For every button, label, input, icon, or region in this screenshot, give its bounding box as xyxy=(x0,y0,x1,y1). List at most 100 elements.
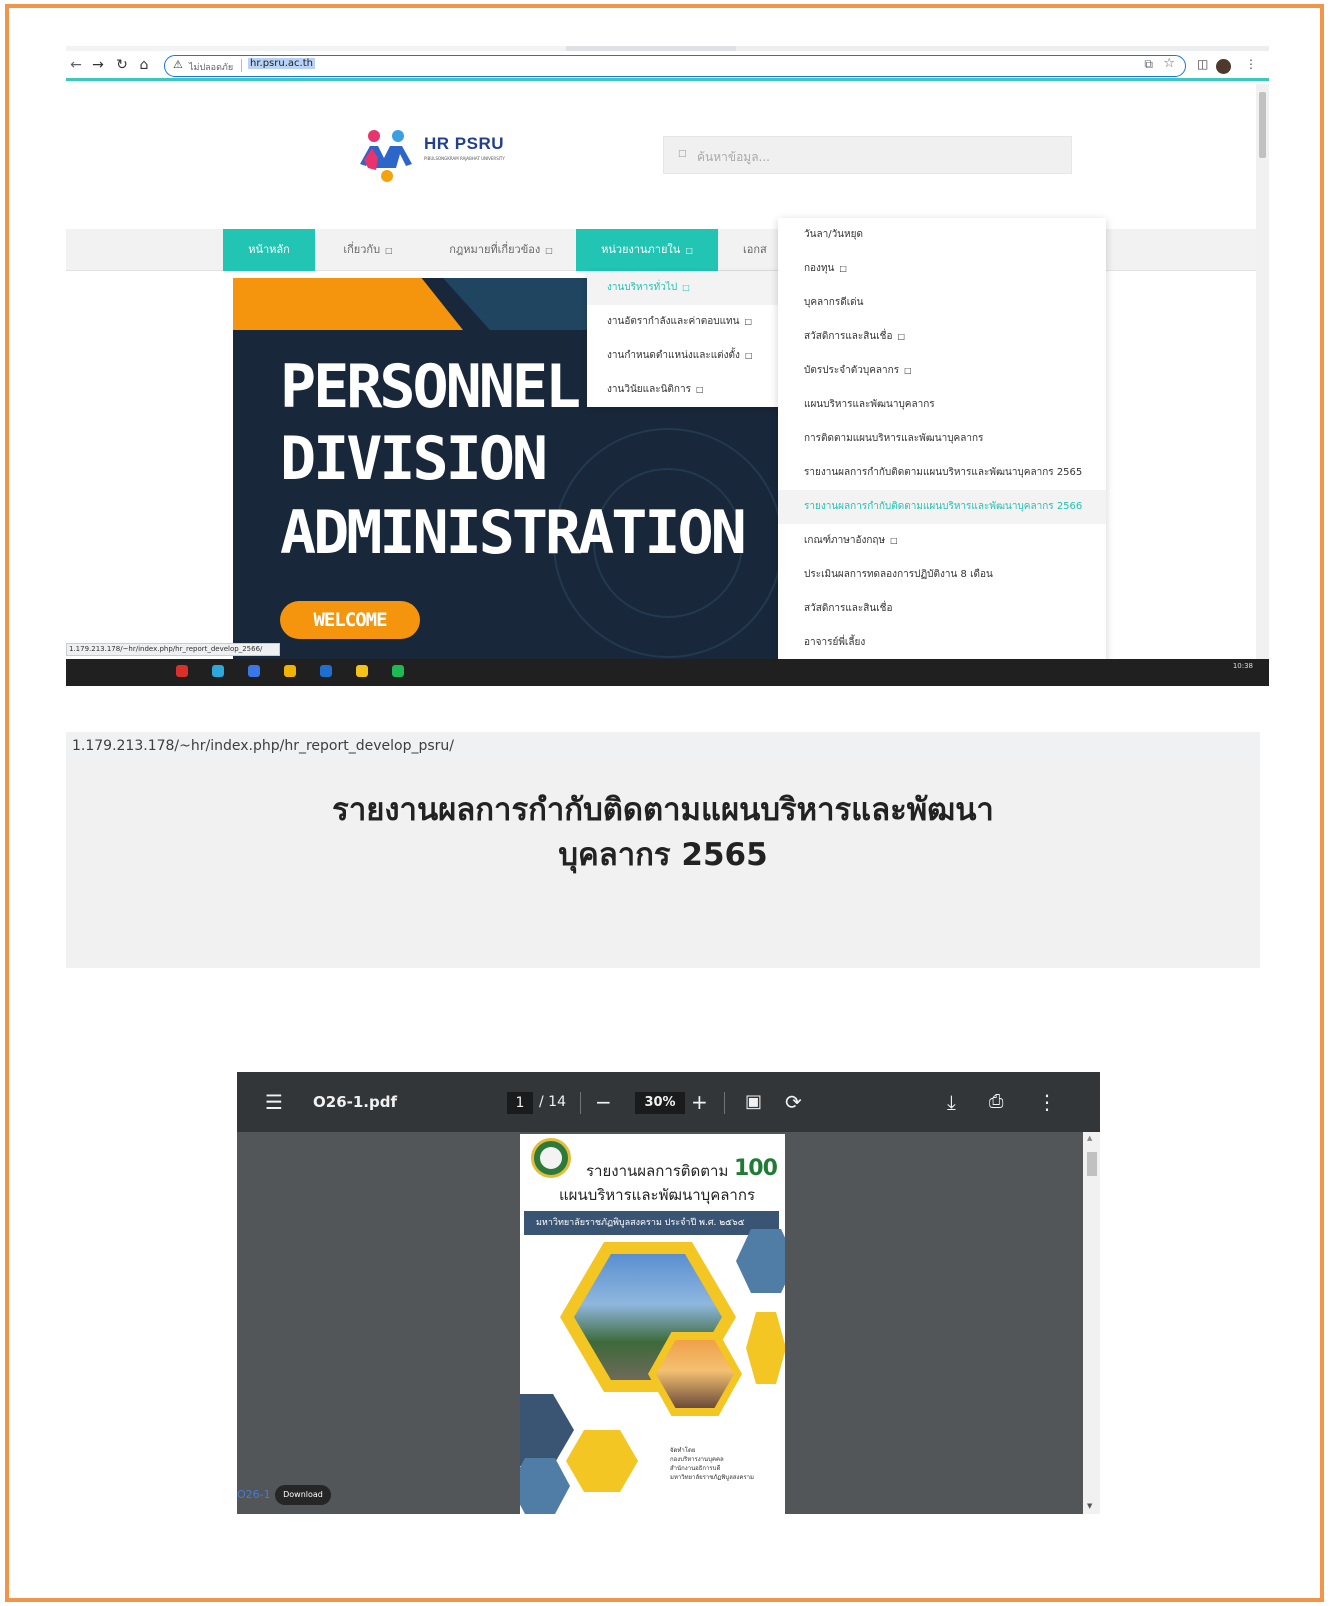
scrollbar-thumb[interactable] xyxy=(1259,92,1266,158)
pdf-scrollbar[interactable]: ▲ ▼ xyxy=(1083,1132,1100,1514)
nav-home[interactable]: หน้าหลัก xyxy=(223,229,315,271)
search-icon: □ xyxy=(678,149,687,159)
fit-page-icon[interactable]: ▣ xyxy=(745,1092,762,1112)
taskbar-app-icon[interactable] xyxy=(284,665,296,677)
report-page-title: รายงานผลการกำกับติดตามแผนบริหารและพัฒนา … xyxy=(206,788,1120,878)
submenu-item-welfare[interactable]: สวัสดิการและสินเชื่อ □ xyxy=(778,320,1106,354)
submenu-item-general-admin[interactable]: งานบริหารทั่วไป □ xyxy=(587,271,780,305)
submenu-caret-icon: □ xyxy=(890,536,898,545)
page-total: / 14 xyxy=(539,1094,566,1110)
submenu-item-hr-plan[interactable]: แผนบริหารและพัฒนาบุคลากร xyxy=(778,388,1106,422)
bookmark-star-icon[interactable]: ☆ xyxy=(1163,56,1175,71)
file-link[interactable]: O26-1 xyxy=(237,1488,271,1501)
nav-about[interactable]: เกี่ยวกับ □ xyxy=(323,229,413,271)
submenu-internal-units: งานบริหารทั่วไป □ งานอัตรากำลังและค่าตอบแ… xyxy=(587,271,780,407)
page-number-input[interactable]: 1 xyxy=(507,1092,533,1114)
zoom-in-icon[interactable]: + xyxy=(691,1092,708,1112)
taskbar-app-icon[interactable] xyxy=(356,665,368,677)
nav-documents-label: เอกส xyxy=(743,243,767,256)
status-bar-url: 1.179.213.178/~hr/index.php/hr_report_de… xyxy=(66,643,280,656)
hero-orange-band xyxy=(233,278,463,330)
submenu-caret-icon: □ xyxy=(682,283,690,292)
forward-icon[interactable]: → xyxy=(90,57,106,73)
submenu-label: บัตรประจำตัวบุคลากร xyxy=(804,365,900,376)
report-title-line-1: รายงานผลการกำกับติดตามแผนบริหารและพัฒนา xyxy=(332,792,994,828)
submenu-label: งานอัตรากำลังและค่าตอบแทน xyxy=(607,316,740,327)
submenu-item-staff-card[interactable]: บัตรประจำตัวบุคลากร □ xyxy=(778,354,1106,388)
rotate-icon[interactable]: ⟳ xyxy=(785,1092,802,1112)
submenu-label: เกณฑ์ภาษาอังกฤษ xyxy=(804,535,886,546)
submenu-item-discipline[interactable]: งานวินัยและนิติการ □ xyxy=(587,373,780,407)
zoom-level-input[interactable]: 30% xyxy=(635,1092,685,1114)
submenu-item-hr-plan-tracking[interactable]: การติดตามแผนบริหารและพัฒนาบุคลากร xyxy=(778,422,1106,456)
address-url[interactable]: hr.psru.ac.th xyxy=(248,58,315,69)
submenu-item-welfare-loans[interactable]: สวัสดิการและสินเชื่อ xyxy=(778,592,1106,626)
search-input[interactable]: □ ค้นหาข้อมูล... xyxy=(663,136,1072,174)
scroll-up-icon[interactable]: ▲ xyxy=(1087,1134,1092,1142)
taskbar-app-icon[interactable] xyxy=(392,665,404,677)
submenu-item-report-2566[interactable]: รายงานผลการกำกับติดตามแผนบริหารและพัฒนาบ… xyxy=(778,490,1106,524)
download-icon[interactable]: ⤓ xyxy=(947,1092,956,1112)
submenu-item-report-2565[interactable]: รายงานผลการกำกับติดตามแผนบริหารและพัฒนาบ… xyxy=(778,456,1106,490)
university-seal xyxy=(531,1138,571,1178)
nav-laws[interactable]: กฎหมายที่เกี่ยวข้อง □ xyxy=(426,229,576,271)
back-icon[interactable]: ← xyxy=(68,57,84,73)
submenu-label: รายงานผลการกำกับติดตามแผนบริหารและพัฒนาบ… xyxy=(804,501,1083,512)
hero-line-1: PERSONNEL xyxy=(280,352,581,422)
nav-documents[interactable]: เอกส xyxy=(726,229,778,271)
share-icon[interactable]: ⧉ xyxy=(1144,57,1153,72)
university-seal-inner xyxy=(540,1147,562,1169)
site-logo[interactable]: HR PSRU PIBULSONGKRAM RAJABHAT UNIVERSIT… xyxy=(356,124,508,186)
submenu-item-outstanding-staff[interactable]: บุคลากรดีเด่น xyxy=(778,286,1106,320)
submenu-item-manpower[interactable]: งานอัตรากำลังและค่าตอบแทน □ xyxy=(587,305,780,339)
submenu-label: รายงานผลการกำกับติดตามแผนบริหารและพัฒนาบ… xyxy=(804,467,1083,478)
taskbar-app-icon[interactable] xyxy=(320,665,332,677)
home-icon[interactable]: ⌂ xyxy=(136,57,152,73)
nav-internal-units[interactable]: หน่วยงานภายใน □ xyxy=(576,229,718,271)
print-icon[interactable]: ⎙ xyxy=(989,1092,1003,1112)
submenu-item-leave[interactable]: วันลา/วันหยุด xyxy=(778,218,1106,252)
download-button[interactable]: Download xyxy=(275,1485,331,1505)
cover-hexagon xyxy=(520,1394,574,1466)
cover-hexagon xyxy=(566,1430,638,1492)
pdf-toolbar: ☰ O26-1.pdf 1 / 14 − 30% + ▣ ⟳ ⤓ ⎙ ⋮ xyxy=(237,1072,1100,1132)
reload-icon[interactable]: ↻ xyxy=(114,57,130,73)
os-taskbar: 10:38 xyxy=(66,659,1269,686)
menu-kebab-icon[interactable]: ⋮ xyxy=(1245,57,1257,71)
taskbar-app-icon[interactable] xyxy=(248,665,260,677)
side-panel-icon[interactable]: ◫ xyxy=(1197,57,1208,71)
cover-title-line-2: แผนบริหารและพัฒนาบุคลากร xyxy=(559,1186,755,1204)
submenu-label: แผนบริหารและพัฒนาบุคลากร xyxy=(804,399,935,410)
hero-line-3: ADMINISTRATION xyxy=(280,498,747,568)
logo-subtitle: PIBULSONGKRAM RAJABHAT UNIVERSITY xyxy=(424,156,505,161)
zoom-out-icon[interactable]: − xyxy=(595,1092,612,1112)
profile-avatar[interactable] xyxy=(1216,59,1231,74)
more-options-icon[interactable]: ⋮ xyxy=(1037,1092,1057,1112)
submenu-item-probation-eval[interactable]: ประเมินผลการทดลองการปฏิบัติงาน 8 เดือน xyxy=(778,558,1106,592)
browser-screenshot-top: ← → ↻ ⌂ ⚠ ไม่ปลอดภัย hr.psru.ac.th ⧉ ☆ ◫… xyxy=(66,46,1269,686)
nav-about-label: เกี่ยวกับ xyxy=(343,243,381,256)
address-bar[interactable]: ⚠ ไม่ปลอดภัย hr.psru.ac.th ⧉ ☆ xyxy=(164,55,1186,77)
taskbar-app-icon[interactable] xyxy=(212,665,224,677)
cover-university-band: มหาวิทยาลัยราชภัฏพิบูลสงคราม ประจำปี พ.ศ… xyxy=(524,1211,779,1235)
taskbar-app-icon[interactable] xyxy=(176,665,188,677)
hamburger-menu-icon[interactable]: ☰ xyxy=(265,1092,283,1112)
welcome-button[interactable]: WELCOME xyxy=(280,601,420,639)
taskbar-clock: 10:38 xyxy=(1232,662,1253,670)
browser-toolbar: ← → ↻ ⌂ ⚠ ไม่ปลอดภัย hr.psru.ac.th ⧉ ☆ ◫… xyxy=(66,51,1269,81)
submenu-item-fund[interactable]: กองทุน □ xyxy=(778,252,1106,286)
nav-home-label: หน้าหลัก xyxy=(248,243,290,256)
submenu-item-positions[interactable]: งานกำหนดตำแหน่งและแต่งตั้ง □ xyxy=(587,339,780,373)
submenu-caret-icon: □ xyxy=(897,332,906,341)
scroll-down-icon[interactable]: ▼ xyxy=(1087,1502,1092,1510)
toolbar-separator xyxy=(580,1092,581,1114)
page-scrollbar[interactable] xyxy=(1256,84,1269,668)
pdf-scrollbar-thumb[interactable] xyxy=(1087,1152,1097,1176)
warning-icon[interactable]: ⚠ xyxy=(173,58,183,71)
search-placeholder: ค้นหาข้อมูล... xyxy=(697,150,770,164)
submenu-item-mentor[interactable]: อาจารย์พี่เลี้ยง xyxy=(778,626,1106,660)
dropdown-caret-icon: □ xyxy=(545,246,553,255)
report-title-line-2: บุคลากร 2565 xyxy=(558,837,768,873)
submenu-item-english-criteria[interactable]: เกณฑ์ภาษาอังกฤษ □ xyxy=(778,524,1106,558)
cover-hexagon xyxy=(520,1458,570,1514)
